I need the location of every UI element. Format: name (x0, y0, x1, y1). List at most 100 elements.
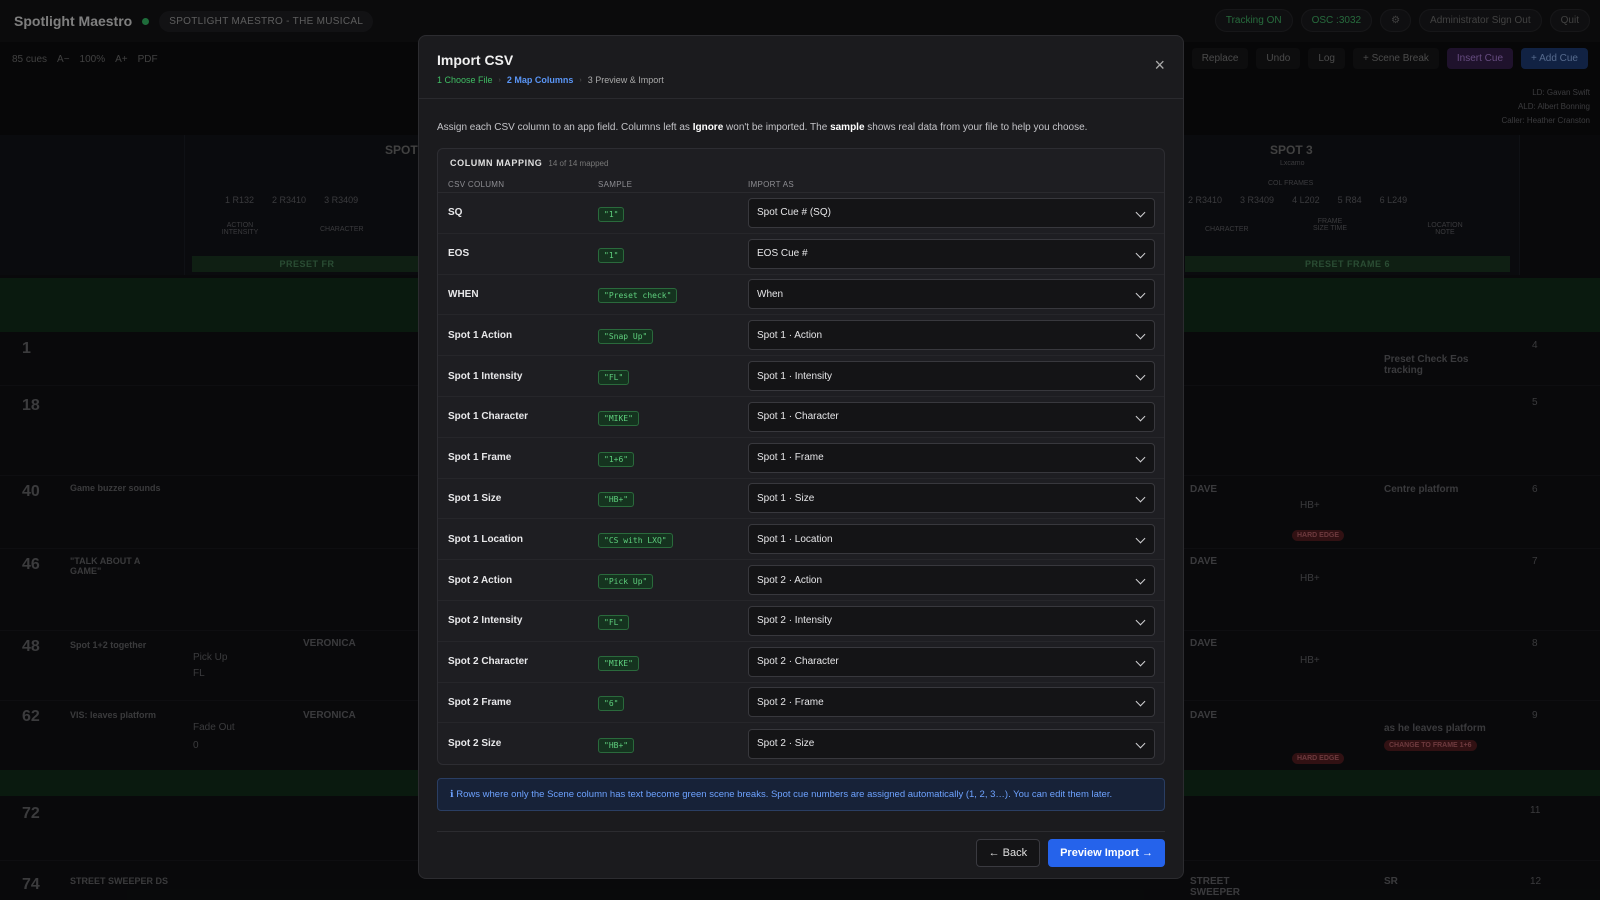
header-csv-column: CSV COLUMN (448, 180, 505, 189)
import-csv-modal: Import CSV 1 Choose File › 2 Map Columns… (418, 35, 1184, 879)
import-as-select[interactable]: Spot 2 · Intensity (748, 605, 1155, 636)
import-as-select[interactable]: Spot 1 · Action (748, 320, 1155, 351)
step-preview-import[interactable]: 3 Preview & Import (588, 75, 664, 85)
step-map-columns[interactable]: 2 Map Columns (507, 75, 574, 85)
csv-column-name: Spot 2 Frame (448, 696, 512, 708)
sample-value: "FL" (598, 370, 630, 386)
mapping-count: 14 of 14 mapped (548, 158, 609, 168)
sample-cell: "1" (598, 204, 748, 222)
import-as-value: Spot 2 · Frame (757, 696, 824, 708)
back-button[interactable]: ← Back (975, 839, 1041, 868)
sample-value: "1" (598, 206, 625, 222)
import-as-value: Spot 2 · Intensity (757, 615, 833, 627)
chevron-down-icon (1135, 329, 1146, 340)
sample-cell: "6" (598, 693, 748, 712)
preview-import-button[interactable]: Preview Import → (1048, 839, 1165, 868)
intro-text: won't be imported. The (723, 122, 831, 133)
csv-column-name: Spot 2 Intensity (448, 615, 523, 627)
sample-cell: "MIKE" (598, 408, 748, 426)
mapping-row: Spot 1 Frame "1+6" Spot 1 · Frame (438, 438, 1164, 479)
import-as-select[interactable]: Spot Cue # (SQ) (748, 197, 1155, 228)
intro-text: Assign each CSV column to an app field. … (437, 122, 693, 133)
sample-cell: "HB+" (598, 735, 748, 753)
chevron-down-icon (1135, 370, 1146, 381)
sample-value: "MIKE" (598, 410, 639, 426)
mapping-column-headers: CSV COLUMN SAMPLE IMPORT AS (438, 177, 1164, 193)
sample-cell: "1" (598, 245, 748, 263)
chevron-down-icon (1135, 207, 1146, 218)
mapping-row: Spot 1 Intensity "FL" Spot 1 · Intensity (438, 356, 1164, 397)
chevron-down-icon (1135, 656, 1146, 667)
csv-column-name: Spot 1 Intensity (448, 370, 523, 382)
csv-column-name: Spot 1 Size (448, 492, 502, 504)
import-as-select[interactable]: Spot 1 · Location (748, 524, 1155, 555)
csv-column-name: Spot 1 Action (448, 329, 513, 341)
chevron-down-icon (1135, 289, 1146, 299)
sample-value: "HB+" (598, 737, 635, 753)
chevron-down-icon (1135, 411, 1146, 422)
sample-value: "Snap Up" (598, 329, 654, 345)
mapping-title: COLUMN MAPPING (450, 158, 543, 168)
sample-cell: "Preset check" (598, 285, 748, 304)
sample-cell: "HB+" (598, 489, 748, 508)
mapping-row: Spot 2 Frame "6" Spot 2 · Frame (438, 683, 1164, 724)
mapping-row: Spot 1 Action "Snap Up" Spot 1 · Action (438, 315, 1164, 357)
import-as-value: EOS Cue # (757, 248, 808, 260)
chevron-down-icon (1135, 452, 1146, 463)
import-as-select[interactable]: When (748, 279, 1155, 310)
sample-value: "HB+" (598, 492, 635, 508)
import-as-value: Spot 2 · Action (757, 574, 823, 586)
mapping-row: Spot 2 Intensity "FL" Spot 2 · Intensity (438, 601, 1164, 642)
mapping-row: SQ "1" Spot Cue # (SQ) (438, 193, 1164, 234)
step-separator-icon: › (579, 76, 582, 84)
import-as-select[interactable]: Spot 2 · Character (748, 646, 1155, 677)
header-sample: SAMPLE (598, 180, 633, 189)
import-as-value: Spot 1 · Frame (757, 452, 824, 464)
sample-cell: "MIKE" (598, 653, 748, 671)
import-as-select[interactable]: Spot 1 · Character (748, 401, 1155, 432)
mapping-header: COLUMN MAPPING 14 of 14 mapped (438, 149, 1164, 177)
sample-value: "CS with LXQ" (598, 533, 673, 549)
sample-value: "MIKE" (598, 655, 639, 671)
chevron-down-icon (1135, 533, 1146, 544)
import-as-select[interactable]: Spot 1 · Size (748, 483, 1155, 514)
import-as-select[interactable]: Spot 1 · Frame (748, 442, 1155, 473)
import-as-value: Spot Cue # (SQ) (757, 207, 831, 219)
import-as-select[interactable]: Spot 2 · Action (748, 565, 1155, 596)
modal-footer: ← Back Preview Import → (437, 839, 1165, 868)
import-as-value: Spot 1 · Size (757, 492, 815, 504)
close-icon[interactable]: × (1154, 56, 1165, 74)
import-as-value: Spot 2 · Size (757, 738, 815, 750)
mapping-row: Spot 2 Size "HB+" Spot 2 · Size (438, 723, 1164, 764)
csv-column-name: Spot 2 Size (448, 738, 502, 750)
wizard-steps: 1 Choose File › 2 Map Columns › 3 Previe… (437, 75, 1165, 85)
sample-value: "Preset check" (598, 288, 678, 304)
mapping-row: Spot 1 Size "HB+" Spot 1 · Size (438, 479, 1164, 520)
mapping-row: Spot 1 Location "CS with LXQ" Spot 1 · L… (438, 519, 1164, 561)
import-as-select[interactable]: Spot 1 · Intensity (748, 361, 1155, 392)
sample-cell: "FL" (598, 367, 748, 386)
import-as-select[interactable]: EOS Cue # (748, 238, 1155, 269)
intro-ignore: Ignore (692, 122, 724, 133)
import-as-select[interactable]: Spot 2 · Size (748, 728, 1155, 759)
mapping-rows: SQ "1" Spot Cue # (SQ) EOS "1" EOS Cue #… (438, 193, 1164, 764)
chevron-down-icon (1135, 493, 1146, 503)
sample-cell: "Snap Up" (598, 326, 748, 345)
chevron-down-icon (1135, 697, 1146, 707)
sample-value: "6" (598, 696, 625, 712)
chevron-down-icon (1135, 574, 1146, 585)
mapping-row: EOS "1" EOS Cue # (438, 234, 1164, 275)
import-as-value: Spot 1 · Intensity (757, 370, 833, 382)
intro-text: shows real data from your file to help y… (864, 122, 1088, 133)
csv-column-name: Spot 2 Action (448, 574, 513, 586)
import-as-value: Spot 1 · Action (757, 329, 823, 341)
step-choose-file[interactable]: 1 Choose File (437, 75, 493, 85)
intro-sample: sample (830, 122, 865, 133)
csv-column-name: Spot 1 Character (448, 411, 529, 423)
info-note: ℹ Rows where only the Scene column has t… (437, 778, 1165, 812)
csv-column-name: SQ (448, 207, 463, 219)
sample-value: "1+6" (598, 451, 635, 467)
modal-body: Assign each CSV column to an app field. … (419, 121, 1183, 868)
import-as-select[interactable]: Spot 2 · Frame (748, 687, 1155, 718)
csv-column-name: WHEN (448, 288, 479, 300)
